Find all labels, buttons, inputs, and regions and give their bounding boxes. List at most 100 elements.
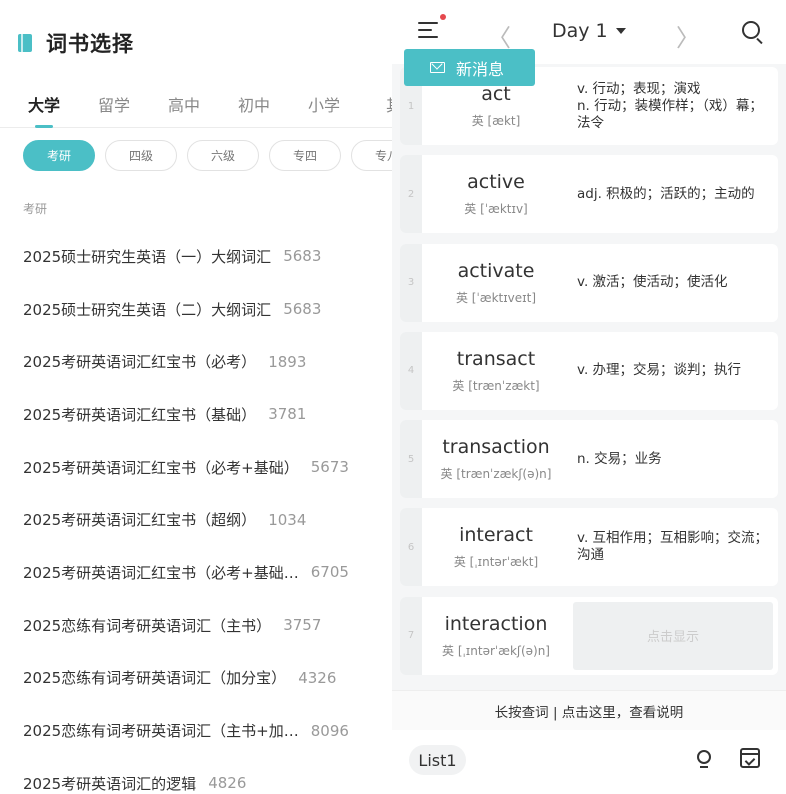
chip-tem8[interactable]: 专八 <box>351 140 392 171</box>
day-selector[interactable]: Day 1 <box>552 20 626 42</box>
book-item[interactable]: 2025硕士研究生英语（二）大纲词汇 5683 <box>23 283 392 336</box>
tab-level-primary[interactable]: 小学 <box>289 84 359 127</box>
word-text: active <box>467 171 525 194</box>
book-word-count: 3757 <box>283 616 322 635</box>
book-item[interactable]: 2025考研英语词汇的逻辑 4826 <box>23 757 392 794</box>
tab-level-junior-high[interactable]: 初中 <box>219 84 289 127</box>
lightbulb-icon[interactable] <box>694 747 714 771</box>
book-name: 2025考研英语词汇的逻辑 <box>23 774 197 793</box>
word-text: act <box>481 83 511 105</box>
list-selector-button[interactable]: List1 <box>409 745 466 775</box>
word-card[interactable]: 5 transaction 英 [trænˈzækʃ(ə)n] n. 交易；业务 <box>400 420 778 499</box>
word-headword: transact 英 [trænˈzækt] <box>422 332 570 410</box>
panel-header: 词书选择 <box>18 28 134 58</box>
word-definition[interactable]: v. 互相作用；互相影响；交流；沟通 <box>570 508 778 586</box>
level-tabs: 大学 留学 高中 初中 小学 其 <box>0 84 392 128</box>
chevron-left-icon[interactable]: 〈 <box>487 18 511 53</box>
word-text: transact <box>456 347 536 370</box>
book-word-count: 5683 <box>283 247 322 266</box>
word-card[interactable]: 3 activate 英 [ˈæktɪveɪt] v. 激活；使活动；使活化 <box>400 243 778 322</box>
word-phonetic: 英 [ˈæktɪv] <box>464 202 528 217</box>
tab-level-other[interactable]: 其 <box>359 84 392 127</box>
word-card[interactable]: 4 transact 英 [trænˈzækt] v. 办理；交易；谈判；执行 <box>400 331 778 410</box>
word-phonetic: 英 [ˌɪntərˈækʃ(ə)n] <box>442 643 550 658</box>
book-name: 2025考研英语词汇红宝书（超纲） <box>23 511 257 530</box>
usage-hint-bar[interactable]: 长按查词 | 点击这里，查看说明 <box>392 690 786 730</box>
word-headword: activate 英 [ˈæktɪveɪt] <box>422 244 570 322</box>
book-word-count: 6705 <box>310 563 349 582</box>
word-definition[interactable]: adj. 积极的；活跃的；主动的 <box>570 155 778 233</box>
word-headword: active 英 [ˈæktɪv] <box>422 155 570 233</box>
word-definition[interactable]: n. 交易；业务 <box>570 420 778 498</box>
book-item[interactable]: 2025考研英语词汇红宝书（必考） 1893 <box>23 335 392 388</box>
word-card[interactable]: 2 active 英 [ˈæktɪv] adj. 积极的；活跃的；主动的 <box>400 155 778 234</box>
calendar-check-icon[interactable] <box>740 748 760 768</box>
new-message-label: 新消息 <box>456 59 505 79</box>
book-word-count: 5683 <box>283 300 322 319</box>
word-phonetic: 英 [ˈæktɪveɪt] <box>455 290 537 305</box>
book-name: 2025恋练有词考研英语词汇（主书+加… <box>23 722 299 741</box>
word-text: interact <box>459 524 533 547</box>
chip-cet4[interactable]: 四级 <box>105 140 177 171</box>
word-index: 6 <box>400 508 422 587</box>
word-index: 5 <box>400 420 422 499</box>
bottom-bar: List1 <box>392 730 786 794</box>
word-index: 4 <box>400 331 422 410</box>
word-text: activate <box>457 259 535 282</box>
book-selection-panel: 词书选择 大学 留学 高中 初中 小学 其 考研 四级 六级 专四 专八 考研 … <box>0 0 392 794</box>
tab-level-senior-high[interactable]: 高中 <box>149 84 219 127</box>
tab-level-abroad[interactable]: 留学 <box>79 84 149 127</box>
book-name: 2025恋练有词考研英语词汇（主书） <box>23 616 272 635</box>
word-card[interactable]: 6 interact 英 [ˌɪntərˈækt] v. 互相作用；互相影响；交… <box>400 508 778 587</box>
notification-dot <box>440 14 446 20</box>
book-list: 2025硕士研究生英语（一）大纲词汇 5683 2025硕士研究生英语（二）大纲词… <box>23 230 392 794</box>
word-card[interactable]: 7 interaction 英 [ˌɪntərˈækʃ(ə)n] 点击显示 <box>400 596 778 675</box>
category-chips: 考研 四级 六级 专四 专八 <box>23 140 392 171</box>
chip-tem4[interactable]: 专四 <box>269 140 341 171</box>
book-item[interactable]: 2025考研英语词汇红宝书（必考+基础） 5673 <box>23 441 392 494</box>
book-word-count: 4326 <box>298 668 337 687</box>
book-icon <box>18 34 32 52</box>
word-definition[interactable]: v. 办理；交易；谈判；执行 <box>570 332 778 410</box>
definition-text: v. 行动；表现；演戏 n. 行动；装模作样；（戏）幕；法令 <box>577 80 763 131</box>
book-word-count: 4826 <box>208 774 247 793</box>
book-name: 2025考研英语词汇红宝书（基础） <box>23 405 257 424</box>
definition-text: v. 互相作用；互相影响；交流；沟通 <box>577 530 769 564</box>
new-message-banner[interactable]: 新消息 <box>404 49 535 86</box>
book-name: 2025考研英语词汇红宝书（必考） <box>23 353 257 372</box>
chevron-right-icon[interactable]: 〉 <box>676 18 700 53</box>
book-item[interactable]: 2025硕士研究生英语（一）大纲词汇 5683 <box>23 230 392 283</box>
word-cards: 1 act 英 [ækt] v. 行动；表现；演戏 n. 行动；装模作样；（戏）… <box>400 67 778 685</box>
book-item[interactable]: 2025恋练有词考研英语词汇（加分宝） 4326 <box>23 652 392 705</box>
book-item[interactable]: 2025恋练有词考研英语词汇（主书+加… 8096 <box>23 704 392 757</box>
book-name: 2025考研英语词汇红宝书（必考+基础… <box>23 563 299 582</box>
word-definition[interactable]: v. 激活；使活动；使活化 <box>570 244 778 322</box>
section-label: 考研 <box>23 202 48 216</box>
word-definition[interactable]: v. 行动；表现；演戏 n. 行动；装模作样；（戏）幕；法令 <box>570 67 778 145</box>
tab-level-university[interactable]: 大学 <box>9 84 79 128</box>
book-word-count: 5673 <box>310 458 349 477</box>
book-word-count: 1034 <box>268 510 307 529</box>
word-phonetic: 英 [trænˈzækʃ(ə)n] <box>440 467 552 482</box>
menu-icon[interactable] <box>418 22 440 40</box>
chip-kaoyan[interactable]: 考研 <box>23 140 95 171</box>
book-word-count: 1893 <box>268 352 307 371</box>
book-item[interactable]: 2025考研英语词汇红宝书（必考+基础… 6705 <box>23 546 392 599</box>
book-item[interactable]: 2025考研英语词汇红宝书（超纲） 1034 <box>23 493 392 546</box>
word-list-panel: 〈 Day 1 〉 新消息 1 act 英 [ækt] v. 行动；表现；演戏 … <box>392 0 786 794</box>
book-name: 2025考研英语词汇红宝书（必考+基础） <box>23 458 299 477</box>
caret-down-icon <box>615 28 626 34</box>
word-phonetic: 英 [trænˈzækt] <box>452 378 540 393</box>
mail-icon <box>430 62 445 73</box>
reveal-definition-button[interactable]: 点击显示 <box>573 601 773 670</box>
book-item[interactable]: 2025考研英语词汇红宝书（基础） 3781 <box>23 388 392 441</box>
book-item[interactable]: 2025恋练有词考研英语词汇（主书） 3757 <box>23 599 392 652</box>
definition-text: n. 交易；业务 <box>577 450 662 467</box>
word-index: 3 <box>400 243 422 322</box>
word-headword: transaction 英 [trænˈzækʃ(ə)n] <box>422 420 570 498</box>
search-icon[interactable] <box>742 21 760 39</box>
chip-cet6[interactable]: 六级 <box>187 140 259 171</box>
book-word-count: 3781 <box>268 405 307 424</box>
day-label: Day 1 <box>552 20 608 42</box>
book-name: 2025恋练有词考研英语词汇（加分宝） <box>23 669 287 688</box>
